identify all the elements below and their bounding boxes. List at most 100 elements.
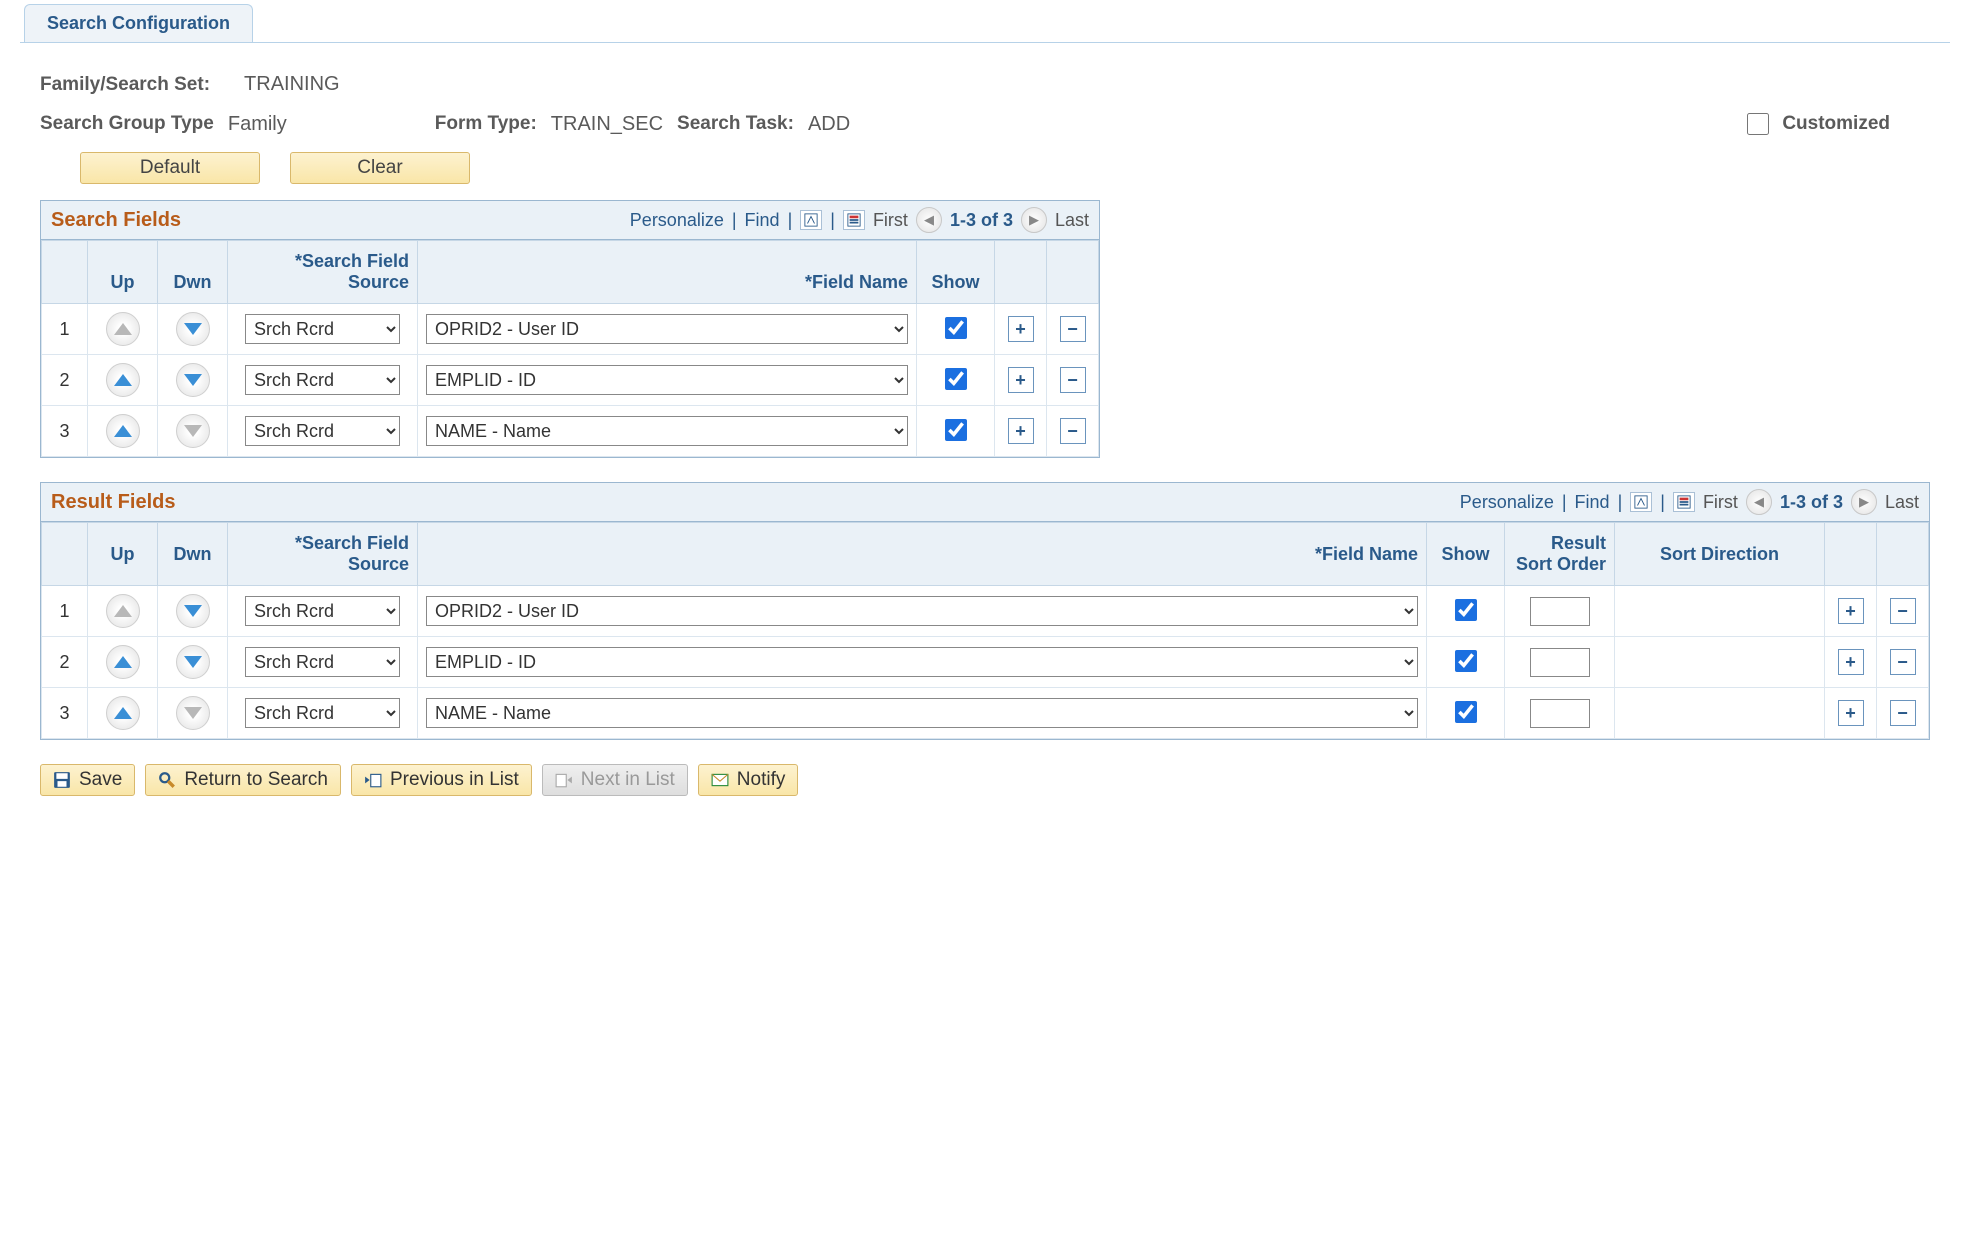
zoom-icon[interactable] <box>1630 492 1652 512</box>
col-up: Up <box>88 241 158 304</box>
add-row-button[interactable]: + <box>1838 598 1864 624</box>
bottom-toolbar: Save Return to Search Previous in List N… <box>40 764 1930 796</box>
default-button[interactable]: Default <box>80 152 260 184</box>
personalize-link[interactable]: Personalize <box>630 210 724 231</box>
source-select[interactable]: Srch Rcrd <box>245 416 400 446</box>
next-label: Next in List <box>581 769 675 791</box>
row-number: 1 <box>42 304 88 355</box>
field-name-select[interactable]: OPRID2 - User IDEMPLID - IDNAME - Name <box>426 596 1418 626</box>
table-row: 2 Srch Rcrd OPRID2 - User IDEMPLID - IDNAM… <box>42 637 1929 688</box>
field-name-select[interactable]: OPRID2 - User IDEMPLID - IDNAME - Name <box>426 698 1418 728</box>
tab-bar: Search Configuration <box>20 0 1950 43</box>
search-group-type-label: Search Group Type <box>40 113 214 135</box>
download-icon[interactable] <box>1673 492 1695 512</box>
move-up-button <box>106 312 140 346</box>
move-down-button[interactable] <box>176 594 210 628</box>
pager-next-icon[interactable]: ▶ <box>1851 489 1877 515</box>
show-checkbox[interactable] <box>1455 701 1477 723</box>
show-checkbox[interactable] <box>945 368 967 390</box>
notify-button[interactable]: Notify <box>698 764 799 796</box>
row-number: 1 <box>42 586 88 637</box>
table-row: 1 Srch Rcrd OPRID2 - User IDEMPLID - IDNAM… <box>42 304 1099 355</box>
row-number: 2 <box>42 355 88 406</box>
sort-order-input[interactable] <box>1530 648 1590 677</box>
col-sort-dir: Sort Direction <box>1615 523 1825 586</box>
move-up-button[interactable] <box>106 414 140 448</box>
clear-button[interactable]: Clear <box>290 152 470 184</box>
personalize-link[interactable]: Personalize <box>1460 492 1554 513</box>
return-to-search-button[interactable]: Return to Search <box>145 764 341 796</box>
move-down-button[interactable] <box>176 363 210 397</box>
delete-row-button[interactable]: − <box>1060 316 1086 342</box>
sort-direction-cell <box>1615 586 1825 637</box>
find-link[interactable]: Find <box>1575 492 1610 513</box>
search-task-value: ADD <box>808 113 850 136</box>
pager-next-icon[interactable]: ▶ <box>1021 207 1047 233</box>
source-select[interactable]: Srch Rcrd <box>245 596 400 626</box>
col-dwn: Dwn <box>158 523 228 586</box>
add-row-button[interactable]: + <box>1008 316 1034 342</box>
delete-row-button[interactable]: − <box>1890 598 1916 624</box>
move-up-button <box>106 594 140 628</box>
add-row-button[interactable]: + <box>1008 367 1034 393</box>
add-row-button[interactable]: + <box>1838 700 1864 726</box>
tab-search-configuration[interactable]: Search Configuration <box>24 4 253 42</box>
result-fields-title: Result Fields <box>51 491 175 514</box>
move-up-button[interactable] <box>106 645 140 679</box>
show-checkbox[interactable] <box>945 419 967 441</box>
show-checkbox[interactable] <box>1455 599 1477 621</box>
add-row-button[interactable]: + <box>1838 649 1864 675</box>
search-task-label: Search Task: <box>677 113 794 135</box>
col-source: *Search Field Source <box>228 241 418 304</box>
delete-row-button[interactable]: − <box>1060 418 1086 444</box>
family-search-set-label: Family/Search Set: <box>40 74 210 96</box>
delete-row-button[interactable]: − <box>1890 649 1916 675</box>
search-icon <box>158 771 176 789</box>
zoom-icon[interactable] <box>800 210 822 230</box>
pager-first[interactable]: First <box>1703 492 1738 513</box>
field-name-select[interactable]: OPRID2 - User IDEMPLID - IDNAME - Name <box>426 365 908 395</box>
move-down-button[interactable] <box>176 645 210 679</box>
save-button[interactable]: Save <box>40 764 135 796</box>
previous-in-list-button[interactable]: Previous in List <box>351 764 532 796</box>
pager-range: 1-3 of 3 <box>1780 492 1843 513</box>
delete-row-button[interactable]: − <box>1890 700 1916 726</box>
form-type-label: Form Type: <box>435 113 537 135</box>
show-checkbox[interactable] <box>1455 650 1477 672</box>
pager-prev-icon[interactable]: ◀ <box>1746 489 1772 515</box>
field-name-select[interactable]: OPRID2 - User IDEMPLID - IDNAME - Name <box>426 647 1418 677</box>
table-row: 3Srch RcrdOPRID2 - User IDEMPLID - IDNAM… <box>42 688 1929 739</box>
source-select[interactable]: Srch Rcrd <box>245 314 400 344</box>
pager-prev-icon[interactable]: ◀ <box>916 207 942 233</box>
field-name-select[interactable]: OPRID2 - User IDEMPLID - IDNAME - Name <box>426 416 908 446</box>
find-link[interactable]: Find <box>745 210 780 231</box>
save-label: Save <box>79 769 122 791</box>
show-checkbox[interactable] <box>945 317 967 339</box>
sort-order-input[interactable] <box>1530 597 1590 626</box>
result-fields-grid: Result Fields Personalize | Find | | Fir… <box>40 482 1930 740</box>
pager-last[interactable]: Last <box>1885 492 1919 513</box>
sort-order-input[interactable] <box>1530 699 1590 728</box>
sort-direction-cell <box>1615 688 1825 739</box>
col-field-name: *Field Name <box>418 241 917 304</box>
source-select[interactable]: Srch Rcrd <box>245 647 400 677</box>
search-fields-title: Search Fields <box>51 209 181 232</box>
customized-checkbox[interactable] <box>1747 113 1769 135</box>
return-label: Return to Search <box>184 769 328 791</box>
col-show: Show <box>1427 523 1505 586</box>
add-row-button[interactable]: + <box>1008 418 1034 444</box>
family-search-set-value: TRAINING <box>244 73 340 96</box>
table-row: 2 Srch Rcrd OPRID2 - User IDEMPLID - IDNAM… <box>42 355 1099 406</box>
download-icon[interactable] <box>843 210 865 230</box>
prev-list-icon <box>364 771 382 789</box>
row-number: 2 <box>42 637 88 688</box>
field-name-select[interactable]: OPRID2 - User IDEMPLID - IDNAME - Name <box>426 314 908 344</box>
source-select[interactable]: Srch Rcrd <box>245 698 400 728</box>
pager-first[interactable]: First <box>873 210 908 231</box>
move-up-button[interactable] <box>106 696 140 730</box>
pager-last[interactable]: Last <box>1055 210 1089 231</box>
move-down-button[interactable] <box>176 312 210 346</box>
move-up-button[interactable] <box>106 363 140 397</box>
delete-row-button[interactable]: − <box>1060 367 1086 393</box>
source-select[interactable]: Srch Rcrd <box>245 365 400 395</box>
